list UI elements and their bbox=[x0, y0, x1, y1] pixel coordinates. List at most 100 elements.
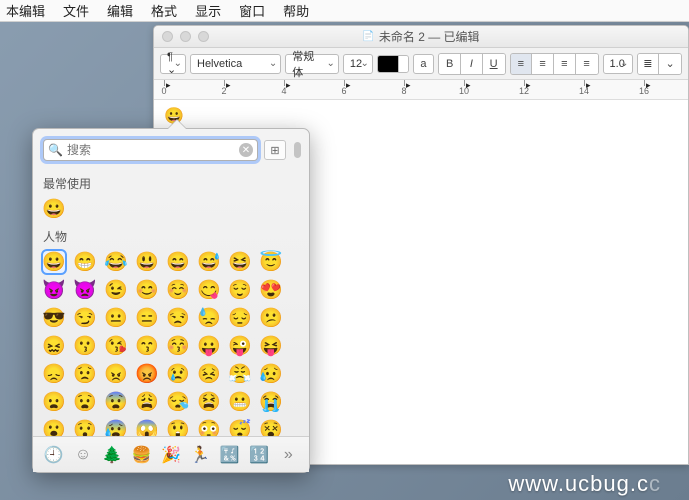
emoji-cell[interactable]: 😎 bbox=[43, 307, 65, 329]
emoji-cell[interactable]: 😄 bbox=[167, 251, 189, 273]
emoji-cell[interactable]: 😲 bbox=[167, 419, 189, 436]
category-button[interactable]: 🔣 bbox=[218, 443, 242, 467]
emoji-cell[interactable]: 😛 bbox=[198, 335, 220, 357]
emoji-cell[interactable]: 😳 bbox=[198, 419, 220, 436]
traffic-lights[interactable] bbox=[162, 31, 209, 42]
emoji-cell[interactable]: 😢 bbox=[167, 363, 189, 385]
emoji-cell[interactable]: 😝 bbox=[260, 335, 282, 357]
align-justify-button[interactable]: ≡ bbox=[576, 54, 598, 74]
emoji-cell[interactable]: 😦 bbox=[43, 391, 65, 413]
italic-button[interactable]: I bbox=[461, 54, 483, 74]
minimize-icon[interactable] bbox=[180, 31, 191, 42]
expand-characters-button[interactable]: ⊞ bbox=[264, 140, 286, 160]
emoji-cell[interactable]: 😗 bbox=[74, 335, 96, 357]
search-input[interactable] bbox=[67, 143, 239, 157]
emoji-cell[interactable]: 😘 bbox=[105, 335, 127, 357]
emoji-cell[interactable]: 😒 bbox=[167, 307, 189, 329]
category-button[interactable]: ☺ bbox=[71, 443, 95, 467]
category-button[interactable]: 🌲 bbox=[100, 443, 124, 467]
emoji-cell[interactable]: 😮 bbox=[43, 419, 65, 436]
emoji-cell[interactable]: 😯 bbox=[74, 419, 96, 436]
list-button[interactable]: ≣ bbox=[638, 54, 660, 74]
align-left-button[interactable]: ≡ bbox=[511, 54, 533, 74]
emoji-cell[interactable]: 👿 bbox=[74, 279, 96, 301]
emoji-cell[interactable]: 😡 bbox=[136, 363, 158, 385]
category-button[interactable]: » bbox=[276, 443, 300, 467]
category-button[interactable]: 🔢 bbox=[247, 443, 271, 467]
text-color-picker[interactable] bbox=[377, 55, 409, 73]
font-weight-select[interactable]: 常规体 bbox=[285, 54, 339, 74]
zoom-icon[interactable] bbox=[198, 31, 209, 42]
menu-item[interactable]: 文件 bbox=[63, 1, 89, 20]
emoji-cell[interactable]: 😅 bbox=[198, 251, 220, 273]
emoji-cell[interactable]: 😏 bbox=[74, 307, 96, 329]
emoji-cell[interactable]: 😣 bbox=[198, 363, 220, 385]
emoji-cell[interactable]: 😤 bbox=[229, 363, 251, 385]
font-size-select[interactable]: 12 bbox=[343, 54, 373, 74]
font-family-select[interactable]: Helvetica bbox=[190, 54, 281, 74]
emoji-cell[interactable]: 😔 bbox=[229, 307, 251, 329]
category-button[interactable]: 🏃 bbox=[188, 443, 212, 467]
line-spacing-select[interactable]: 1.0 bbox=[603, 54, 633, 74]
category-button[interactable]: 🕘 bbox=[42, 443, 66, 467]
emoji-cell[interactable]: 😵 bbox=[260, 419, 282, 436]
emoji-cell[interactable]: 😀 bbox=[43, 251, 65, 273]
emoji-cell[interactable]: 😩 bbox=[136, 391, 158, 413]
emoji-cell[interactable]: 😫 bbox=[198, 391, 220, 413]
emoji-cell[interactable]: 😱 bbox=[136, 419, 158, 436]
emoji-cell[interactable]: 😈 bbox=[43, 279, 65, 301]
ruler[interactable]: 0▸2▸4▸6▸8▸10▸12▸14▸16▸ bbox=[154, 80, 688, 100]
menu-item[interactable]: 本编辑 bbox=[6, 1, 45, 20]
align-center-button[interactable]: ≡ bbox=[532, 54, 554, 74]
emoji-cell[interactable]: 😞 bbox=[43, 363, 65, 385]
emoji-cell[interactable]: 😓 bbox=[198, 307, 220, 329]
search-field[interactable]: 🔍 ✕ bbox=[43, 139, 258, 161]
text-color-button[interactable]: a bbox=[413, 54, 435, 74]
scrollbar[interactable] bbox=[294, 142, 301, 158]
emoji-cell[interactable]: ☺️ bbox=[167, 279, 189, 301]
emoji-cell[interactable]: 😃 bbox=[136, 251, 158, 273]
emoji-cell[interactable]: 😁 bbox=[74, 251, 96, 273]
category-button[interactable]: 🎉 bbox=[159, 443, 183, 467]
emoji-cell[interactable]: 😋 bbox=[198, 279, 220, 301]
emoji-cell[interactable]: 😚 bbox=[167, 335, 189, 357]
emoji-cell[interactable]: 😴 bbox=[229, 419, 251, 436]
paragraph-style-select[interactable]: ¶ ⌄ bbox=[160, 54, 186, 74]
emoji-cell[interactable]: 😟 bbox=[74, 363, 96, 385]
emoji-cell[interactable]: 😰 bbox=[105, 419, 127, 436]
category-button[interactable]: 🍔 bbox=[130, 443, 154, 467]
emoji-cell[interactable]: 😌 bbox=[229, 279, 251, 301]
emoji-cell[interactable]: 😖 bbox=[43, 335, 65, 357]
emoji-scroll-area[interactable]: 最常使用 😀 人物 😀😁😂😃😄😅😆😇😈👿😉😊☺️😋😌😍😎😏😐😑😒😓😔😕😖😗😘😙😚… bbox=[33, 169, 309, 436]
emoji-cell[interactable]: 😜 bbox=[229, 335, 251, 357]
emoji-cell[interactable]: 😉 bbox=[105, 279, 127, 301]
emoji-cell[interactable]: 😪 bbox=[167, 391, 189, 413]
emoji-cell[interactable]: 😙 bbox=[136, 335, 158, 357]
menu-item[interactable]: 显示 bbox=[195, 1, 221, 20]
menu-item[interactable]: 窗口 bbox=[239, 1, 265, 20]
menu-item[interactable]: 格式 bbox=[151, 1, 177, 20]
bold-button[interactable]: B bbox=[439, 54, 461, 74]
emoji-cell[interactable]: 😇 bbox=[260, 251, 282, 273]
emoji-cell[interactable]: 😑 bbox=[136, 307, 158, 329]
emoji-cell[interactable]: 😧 bbox=[74, 391, 96, 413]
menu-item[interactable]: 编辑 bbox=[107, 1, 133, 20]
emoji-cell[interactable]: 😆 bbox=[229, 251, 251, 273]
emoji-cell[interactable]: 😨 bbox=[105, 391, 127, 413]
clear-icon[interactable]: ✕ bbox=[239, 143, 253, 157]
emoji-cell[interactable]: 😊 bbox=[136, 279, 158, 301]
close-icon[interactable] bbox=[162, 31, 173, 42]
emoji-cell[interactable]: 😭 bbox=[260, 391, 282, 413]
window-titlebar[interactable]: 📄 未命名 2 — 已编辑 bbox=[154, 26, 688, 48]
emoji-cell[interactable]: 😠 bbox=[105, 363, 127, 385]
emoji-cell[interactable]: 😕 bbox=[260, 307, 282, 329]
emoji-cell[interactable]: 😐 bbox=[105, 307, 127, 329]
emoji-cell[interactable]: 😬 bbox=[229, 391, 251, 413]
align-right-button[interactable]: ≡ bbox=[554, 54, 576, 74]
emoji-cell[interactable]: 😥 bbox=[260, 363, 282, 385]
emoji-cell[interactable]: 😀 bbox=[43, 198, 65, 220]
underline-button[interactable]: U bbox=[483, 54, 505, 74]
menu-item[interactable]: 帮助 bbox=[283, 1, 309, 20]
emoji-cell[interactable]: 😍 bbox=[260, 279, 282, 301]
list-dropdown-button[interactable]: ⌄ bbox=[659, 54, 681, 74]
